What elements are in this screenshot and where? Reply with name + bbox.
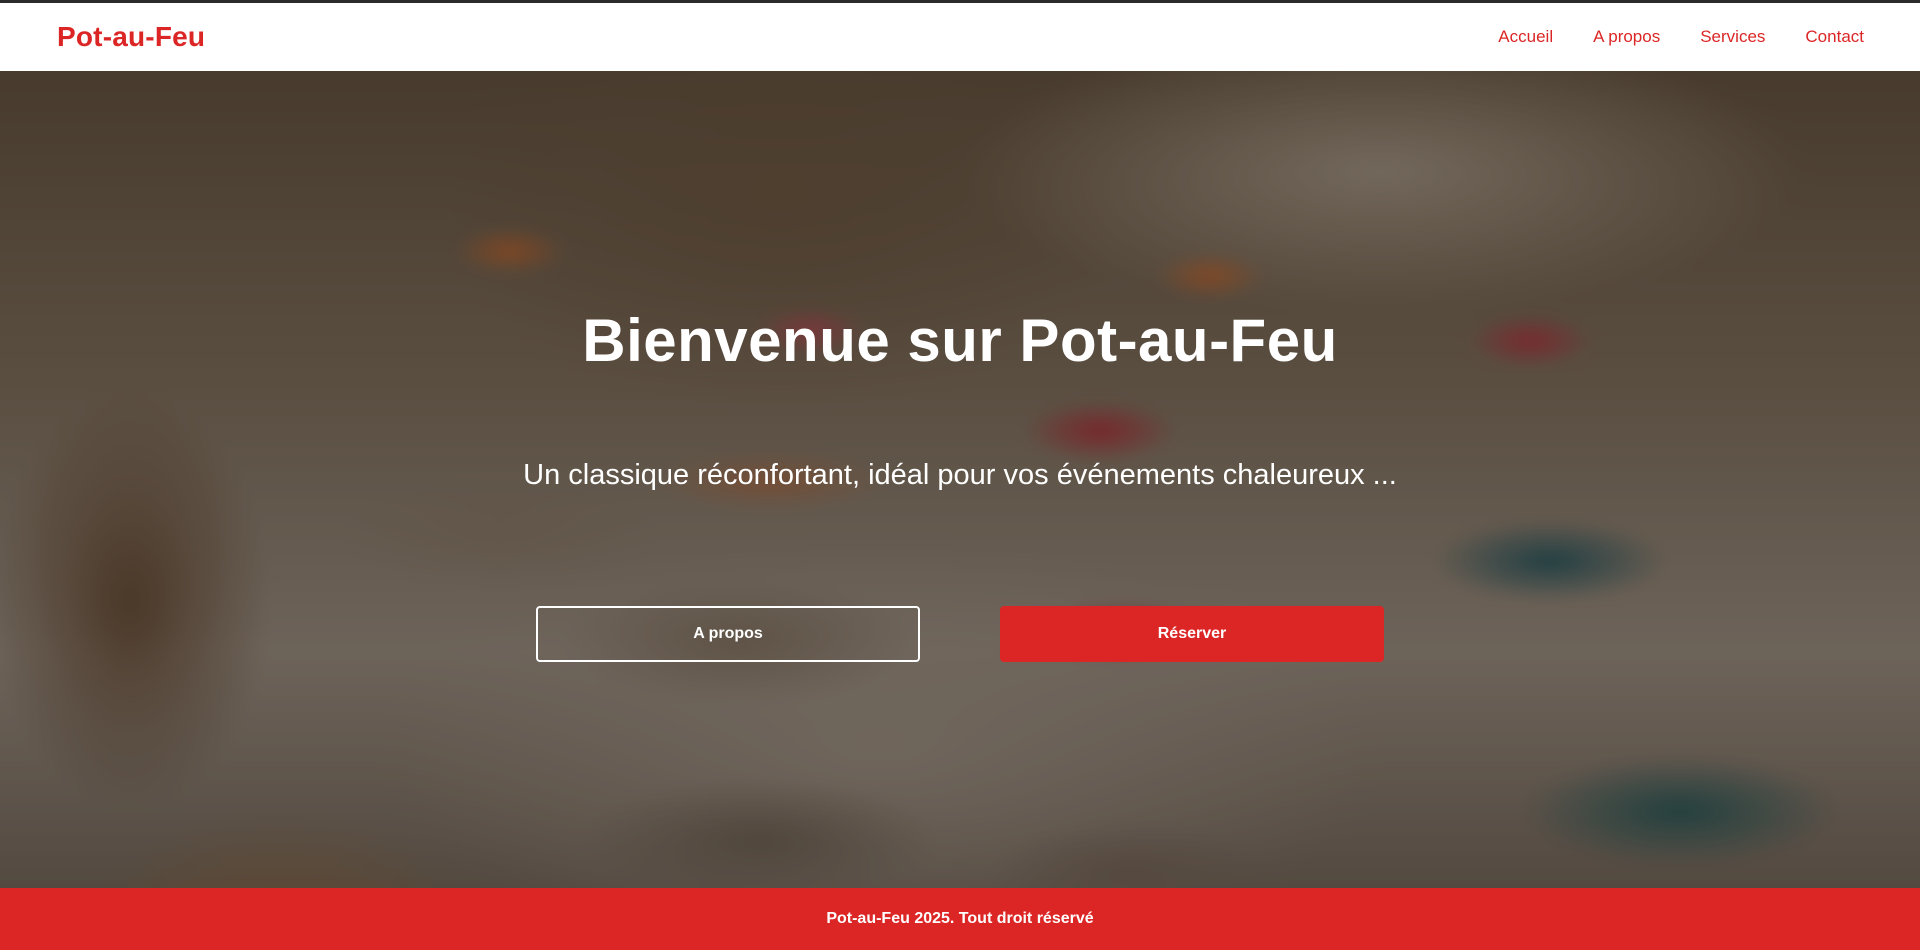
footer-copyright: Pot-au-Feu 2025. Tout droit réservé (826, 910, 1094, 927)
hero-section: Bienvenue sur Pot-au-Feu Un classique ré… (0, 71, 1920, 888)
page: Pot-au-Feu Accueil A propos Services Con… (0, 0, 1920, 950)
nav-link-a-propos[interactable]: A propos (1593, 27, 1660, 47)
nav-link-accueil[interactable]: Accueil (1498, 27, 1553, 47)
footer: Pot-au-Feu 2025. Tout droit réservé (0, 888, 1920, 950)
reserve-button[interactable]: Réserver (1000, 606, 1384, 662)
hero-content: Bienvenue sur Pot-au-Feu Un classique ré… (0, 71, 1920, 888)
navbar: Pot-au-Feu Accueil A propos Services Con… (0, 3, 1920, 71)
nav-link-contact[interactable]: Contact (1805, 27, 1864, 47)
hero-subtitle: Un classique réconfortant, idéal pour vo… (523, 459, 1397, 491)
about-button[interactable]: A propos (536, 606, 920, 662)
nav-link-services[interactable]: Services (1700, 27, 1765, 47)
brand-logo[interactable]: Pot-au-Feu (57, 21, 205, 53)
hero-title: Bienvenue sur Pot-au-Feu (582, 307, 1338, 374)
nav-links: Accueil A propos Services Contact (1498, 27, 1864, 47)
